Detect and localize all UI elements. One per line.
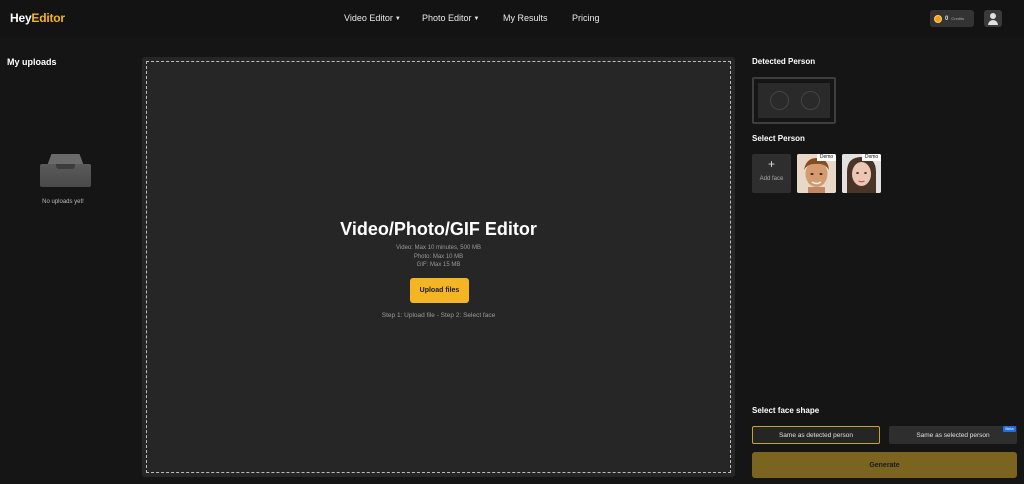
- credits-label: Credits: [951, 16, 965, 21]
- uploads-title: My uploads: [7, 57, 57, 67]
- top-bar: HeyEditor Video Editor ▼ Photo Editor ▼ …: [0, 0, 1024, 37]
- add-face-label: Add face: [759, 176, 784, 182]
- face-placeholder-icon: [770, 91, 789, 110]
- add-face-button[interactable]: + Add face: [752, 154, 791, 193]
- same-as-detected-button[interactable]: Same as detected person: [752, 426, 880, 444]
- plus-icon: +: [767, 157, 775, 171]
- beta-badge: Beta: [1003, 426, 1016, 432]
- select-person-title: Select Person: [752, 134, 805, 143]
- user-icon: [990, 13, 996, 19]
- nav-photo-editor[interactable]: Photo Editor ▼: [422, 13, 479, 23]
- limit-photo: Photo: Max 10 MB: [413, 253, 464, 260]
- empty-inbox-icon: [40, 154, 91, 187]
- chevron-down-icon: ▼: [473, 15, 480, 22]
- logo-prefix: Hey: [10, 11, 32, 25]
- demo-badge: Demo: [817, 154, 836, 161]
- coin-icon: [934, 14, 942, 23]
- user-menu-button[interactable]: [984, 10, 1002, 27]
- limit-gif: GIF: Max 15 MB: [416, 262, 461, 268]
- generate-button[interactable]: Generate: [752, 452, 1017, 478]
- nav-my-results-label: My Results: [503, 13, 548, 23]
- nav-video-editor-label: Video Editor: [344, 13, 393, 23]
- upload-dropzone[interactable]: Video/Photo/GIF Editor Video: Max 10 min…: [146, 61, 731, 473]
- demo-badge: Demo: [862, 154, 881, 161]
- steps-hint: Step 1: Upload file - Step 2: Select fac…: [381, 312, 496, 319]
- nav-pricing[interactable]: Pricing: [572, 13, 600, 23]
- nav-photo-editor-label: Photo Editor: [422, 13, 472, 23]
- editor-area: Video/Photo/GIF Editor Video: Max 10 min…: [142, 57, 735, 477]
- uploads-panel: My uploads No uploads yet!: [0, 37, 140, 484]
- logo[interactable]: HeyEditor: [10, 11, 65, 25]
- credits-button[interactable]: 0 Credits: [930, 10, 974, 27]
- empty-state-text: No uploads yet!: [42, 199, 84, 205]
- demo-face-man[interactable]: Demo: [797, 154, 836, 193]
- face-shape-title: Select face shape: [752, 406, 820, 415]
- face-placeholder-icon: [801, 91, 820, 110]
- detected-person-box: [752, 77, 836, 124]
- nav-my-results[interactable]: My Results: [503, 13, 548, 23]
- limit-video: Video: Max 10 minutes, 500 MB: [396, 245, 481, 251]
- upload-limits: Video: Max 10 minutes, 500 MB Photo: Max…: [147, 244, 730, 270]
- logo-suffix: Editor: [31, 11, 65, 25]
- nav-pricing-label: Pricing: [572, 13, 600, 23]
- chevron-down-icon: ▼: [394, 15, 401, 22]
- demo-face-woman[interactable]: Demo: [842, 154, 881, 193]
- detected-person-title: Detected Person: [752, 57, 816, 66]
- credits-value: 0: [945, 15, 949, 22]
- same-as-selected-button[interactable]: Same as selected person: [889, 426, 1017, 444]
- user-icon-body: [988, 20, 998, 25]
- nav-video-editor[interactable]: Video Editor ▼: [344, 13, 401, 23]
- editor-title: Video/Photo/GIF Editor: [340, 219, 537, 239]
- upload-files-button[interactable]: Upload files: [410, 278, 469, 303]
